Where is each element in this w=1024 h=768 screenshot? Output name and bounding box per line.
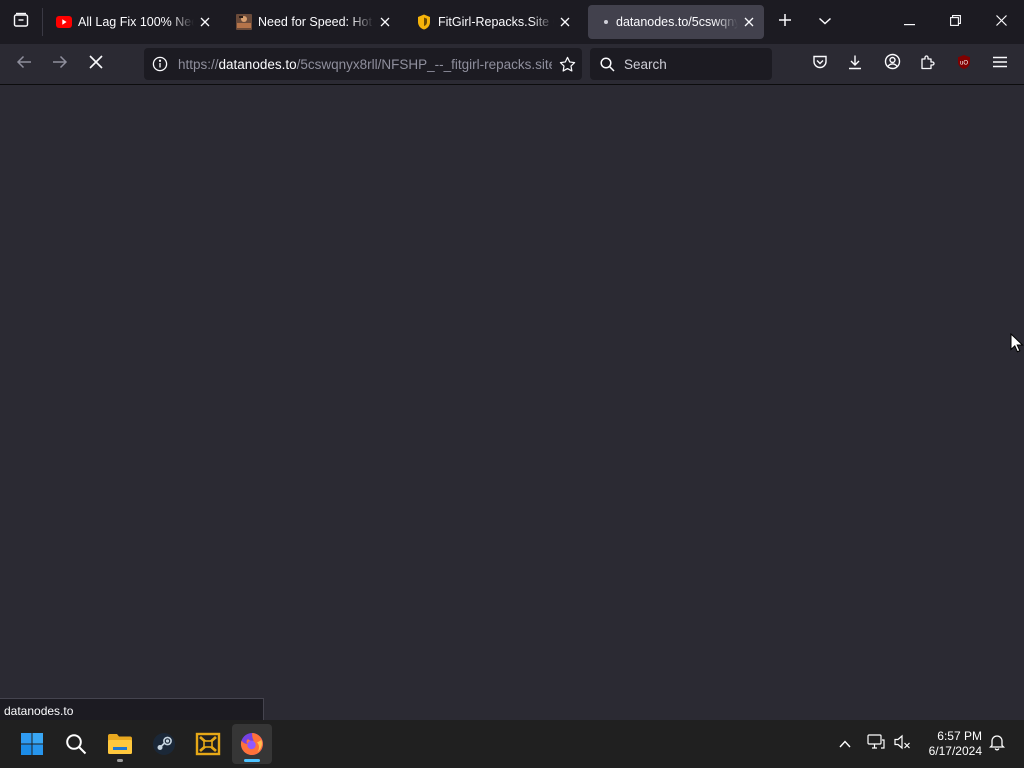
active-app-indicator	[244, 759, 260, 762]
tab-title: datanodes.to/5cswqnyx8rll	[616, 15, 738, 29]
fitgirl-icon	[416, 14, 432, 30]
tab-title: All Lag Fix 100% Need for Speed: Hot Pur…	[78, 15, 194, 29]
tab-title: FitGirl-Repacks.Site Official	[438, 15, 554, 29]
ublock-origin-button[interactable]: uO	[948, 48, 980, 80]
status-panel: datanodes.to	[0, 698, 264, 720]
winrar-icon[interactable]	[188, 724, 228, 764]
show-hidden-icons-button[interactable]	[830, 728, 860, 760]
loading-dot-icon	[600, 14, 612, 30]
url-host: datanodes.to	[218, 56, 297, 72]
file-explorer-icon[interactable]	[100, 724, 140, 764]
search-placeholder: Search	[624, 56, 667, 72]
minimize-button[interactable]	[886, 0, 932, 44]
extensions-button[interactable]	[912, 48, 944, 80]
restore-icon	[949, 13, 961, 31]
windows-taskbar: 6:57 PM 6/17/2024	[0, 720, 1024, 768]
forward-arrow-icon	[52, 55, 68, 74]
running-indicator	[117, 759, 123, 762]
tab-title: Need for Speed: Hot Pursuit Remastered	[258, 15, 374, 29]
stop-loading-button[interactable]	[80, 48, 112, 80]
close-tab-icon[interactable]	[374, 11, 396, 33]
mouse-cursor-icon	[1010, 332, 1024, 358]
list-all-tabs-button[interactable]	[808, 5, 842, 39]
youtube-icon	[56, 14, 72, 30]
clock-time: 6:57 PM	[937, 729, 982, 743]
pocket-button[interactable]	[804, 48, 836, 80]
bell-icon	[988, 733, 1006, 756]
close-window-button[interactable]	[978, 0, 1024, 44]
back-button[interactable]	[8, 48, 40, 80]
hamburger-menu-icon	[993, 55, 1007, 73]
svg-text:uO: uO	[960, 60, 968, 66]
notifications-button[interactable]	[982, 728, 1012, 760]
steam-icon[interactable]	[144, 724, 184, 764]
speaker-muted-icon	[893, 734, 911, 755]
windows-start-icon[interactable]	[12, 724, 52, 764]
plus-icon	[778, 13, 792, 32]
minimize-icon	[903, 13, 915, 31]
download-icon	[847, 54, 863, 75]
close-tab-icon[interactable]	[194, 11, 216, 33]
system-clock[interactable]: 6:57 PM 6/17/2024	[918, 729, 982, 759]
downloads-button[interactable]	[839, 48, 871, 80]
network-monitor-icon	[867, 733, 885, 755]
puzzle-piece-icon	[920, 54, 936, 75]
page-content: datanodes.to	[0, 85, 1024, 720]
close-tab-icon[interactable]	[738, 11, 760, 33]
tab-need-for-speed[interactable]: Need for Speed: Hot Pursuit Remastered	[224, 5, 400, 39]
search-bar[interactable]: Search	[590, 48, 772, 80]
game-thumbnail-icon	[236, 14, 252, 30]
navigation-toolbar: https://datanodes.to/5cswqnyx8rll/NFSHP_…	[0, 44, 1024, 85]
forward-button[interactable]	[44, 48, 76, 80]
account-button[interactable]	[876, 48, 908, 80]
chevron-down-icon	[818, 13, 832, 31]
volume-button[interactable]	[887, 728, 917, 760]
address-bar[interactable]: https://datanodes.to/5cswqnyx8rll/NFSHP_…	[144, 48, 582, 80]
restore-button[interactable]	[932, 0, 978, 44]
back-arrow-icon	[16, 55, 32, 74]
bookmark-star-icon[interactable]	[552, 48, 582, 80]
tab-datanodes[interactable]: datanodes.to/5cswqnyx8rll	[588, 5, 764, 39]
chevron-up-icon	[839, 735, 851, 753]
new-tab-button[interactable]	[768, 5, 802, 39]
clock-date: 6/17/2024	[928, 744, 982, 758]
pocket-icon	[812, 54, 828, 75]
firefox-icon[interactable]	[232, 724, 272, 764]
tab-manager-button[interactable]	[0, 0, 42, 44]
tab-fitgirl[interactable]: FitGirl-Repacks.Site Official	[404, 5, 580, 39]
search-icon	[590, 56, 624, 72]
close-icon	[995, 13, 1007, 31]
tab-youtube[interactable]: All Lag Fix 100% Need for Speed: Hot Pur…	[46, 5, 220, 39]
account-icon	[884, 53, 901, 75]
close-tab-icon[interactable]	[554, 11, 576, 33]
tab-manager-icon	[12, 11, 30, 34]
url-path: /5cswqnyx8rll/NFSHP_--_fitgirl-repacks.s…	[296, 56, 552, 72]
ublock-shield-icon: uO	[956, 54, 972, 75]
url-text[interactable]: https://datanodes.to/5cswqnyx8rll/NFSHP_…	[178, 57, 552, 72]
tab-strip: All Lag Fix 100% Need for Speed: Hot Pur…	[0, 0, 1024, 44]
url-scheme: https://	[178, 56, 219, 72]
app-menu-button[interactable]	[984, 48, 1016, 80]
tab-separator	[42, 8, 43, 36]
stop-x-icon	[89, 54, 103, 74]
taskbar-search-icon[interactable]	[56, 724, 96, 764]
site-info-icon[interactable]	[145, 48, 175, 80]
